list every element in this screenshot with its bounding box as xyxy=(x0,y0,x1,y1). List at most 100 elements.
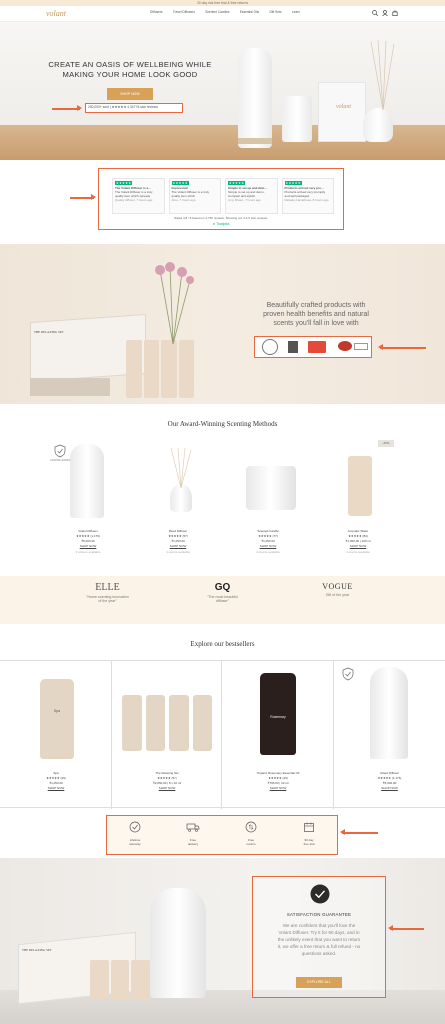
diffuser-image xyxy=(238,48,272,148)
hero-shop-now-button[interactable]: SHOP NOW xyxy=(107,88,153,100)
nav-link-learn[interactable]: Learn xyxy=(292,10,300,14)
product-price: ₹2,050.00 | 8 x 10 ml xyxy=(152,781,182,785)
nav-link-gifts[interactable]: Gift Sets xyxy=(269,10,281,14)
bestseller-card-relaxing-set[interactable]: The Relaxing Set ★★★★★ (57) ₹2,050.00 | … xyxy=(112,661,222,809)
review-stars: ★★★★★ xyxy=(284,181,302,185)
reed-product-image xyxy=(170,484,192,512)
press-quote: ELLE "Home scenting innovation of the ye… xyxy=(50,582,165,603)
review-stars: ★★★★★ xyxy=(115,181,133,185)
stone-plinth xyxy=(30,378,110,396)
review-body: Simple to set up and demo. Compact and s… xyxy=(228,190,265,198)
oil-bottle xyxy=(143,340,159,398)
press-quote-text: of the year" xyxy=(98,599,117,603)
hero-headline: CREATE AN OASIS OF WELLBEING WHILE MAKIN… xyxy=(0,60,260,79)
product-card-diffuser[interactable]: LIFETIME WARRANTY Volant Diffuser ★★★★★ … xyxy=(48,438,138,566)
product-rating: ★★★★★ (1,176) xyxy=(76,534,100,538)
guarantee-body-line: the unlikely event that you want to retu… xyxy=(277,937,361,942)
bestseller-card-rosemary[interactable]: Rosemary Organic Rosemary Essential Oil … xyxy=(222,661,334,809)
nav-link-oils[interactable]: Essential Oils xyxy=(240,10,259,14)
product-shop-now[interactable]: SHOP NOW xyxy=(228,544,308,548)
bestseller-card-spa[interactable]: Spa Spa ★★★★★ (29) ₹1,050.00 SHOP NOW xyxy=(0,661,112,809)
sale-badge: -25% xyxy=(378,440,394,447)
product-shop-now[interactable]: SHOP NOW xyxy=(112,786,222,790)
review-body: The Volant Diffuser is a truly quality i… xyxy=(115,190,153,198)
site-header: volant Diffusers Travel Diffusers Scente… xyxy=(0,6,445,22)
review-card[interactable]: ★★★★★ Simple to set up and dem… Simple t… xyxy=(225,178,278,214)
product-price: ₹1,050.00 xyxy=(171,539,185,543)
review-card[interactable]: ★★★★★ The Volant Diffuser is a… The Vola… xyxy=(112,178,165,214)
review-meta: Amy Brown, 7 hours ago xyxy=(228,198,261,202)
product-shop-now[interactable]: SHOP NOW xyxy=(318,544,398,548)
product-shop-now[interactable]: SHOP NOW xyxy=(222,786,334,790)
bottle-label: Spa xyxy=(53,709,61,713)
press-quote-text: diffuser" xyxy=(216,599,229,603)
trustpilot-summary: Rated 4.8 / 5 based on 4,750 reviews. Sh… xyxy=(174,216,268,220)
product-rating: ★★★★★ (29) xyxy=(46,776,66,780)
product-shop-now[interactable]: SHOP NOW xyxy=(334,786,445,790)
product-rating: ★★★★★ (77) xyxy=(258,534,278,538)
bestsellers-grid: Spa Spa ★★★★★ (29) ₹1,050.00 SHOP NOW Th… xyxy=(0,660,445,809)
product-note: 4 scents available xyxy=(256,550,280,554)
nav-link-diffusers[interactable]: Diffusers xyxy=(150,10,163,14)
award-badge-2 xyxy=(288,341,298,353)
guarantee-bottles xyxy=(90,960,151,1000)
product-card-reed[interactable]: Reed Diffuser ★★★★★ (57) ₹1,050.00 SHOP … xyxy=(138,438,228,566)
press-quote-text: Gift of the year xyxy=(325,593,350,597)
guarantee-diffuser-image xyxy=(150,888,206,998)
trustpilot-brand: Trustpilot xyxy=(216,222,230,226)
relaxing-set-bottles xyxy=(122,695,212,751)
search-icon[interactable] xyxy=(372,10,378,16)
checkmark-icon xyxy=(310,884,330,904)
product-name: Scented Candle xyxy=(257,529,279,533)
guarantee-body-line: We are confident that you'll love the xyxy=(282,923,356,928)
oil-bottle xyxy=(126,340,142,398)
guarantee-body: We are confident that you'll love the Vo… xyxy=(258,922,380,957)
product-note: 3 colours available xyxy=(75,550,101,554)
review-meta: Quality diffuser, 7 hours ago xyxy=(115,198,153,202)
bestsellers-title: Explore our bestsellers xyxy=(190,640,255,648)
benefit-delivery: Free delivery xyxy=(164,820,222,846)
nav-link-travel[interactable]: Travel Diffusers xyxy=(173,10,195,14)
review-card[interactable]: ★★★★★ Impressive! The Volant Diffuser is… xyxy=(168,178,221,214)
product-price: ₹1,050.00 xyxy=(261,539,275,543)
gift-box xyxy=(318,82,366,142)
benefit-label: free trial xyxy=(303,842,315,846)
award-badge-5 xyxy=(354,343,368,350)
diffuser-base xyxy=(238,138,272,144)
hero-headline-line-1: CREATE AN OASIS OF WELLBEING WHILE xyxy=(48,60,212,69)
values-line-2: proven health benefits and natural xyxy=(263,311,369,318)
product-shop-now[interactable]: SHOP NOW xyxy=(48,544,128,548)
oil-bottle xyxy=(122,695,142,751)
account-icon[interactable] xyxy=(382,10,388,16)
hero-social-proof: 250,000+ sold | ★★★★★ 4,347+5-star revie… xyxy=(88,105,158,109)
product-name: Spa xyxy=(53,771,59,775)
nav-link-candles[interactable]: Scented Candles xyxy=(205,10,229,14)
values-headline: Beautifully crafted products with proven… xyxy=(252,301,380,328)
trustpilot-logo[interactable]: ★ Trustpilot xyxy=(98,222,344,226)
cart-icon[interactable] xyxy=(392,10,398,16)
product-price: ₹5,000.00 xyxy=(81,539,95,543)
product-note: 4 scents available xyxy=(166,550,190,554)
product-rating: ★★★★★ (84) xyxy=(348,534,368,538)
aromatic-water-product-image xyxy=(348,456,372,516)
product-shop-now[interactable]: SHOP NOW xyxy=(138,544,218,548)
review-meta: Alice, 7 hours ago xyxy=(171,198,196,202)
review-body: The Volant Diffuser is a truly quality i… xyxy=(171,190,209,198)
press-logo: VOGUE xyxy=(322,582,353,591)
main-nav: Diffusers Travel Diffusers Scented Candl… xyxy=(150,10,300,14)
hero-headline-line-2: MAKING YOUR HOME LOOK GOOD xyxy=(62,70,198,79)
values-line-3: scents you'll fall in love with xyxy=(273,320,359,327)
press-logo: GQ xyxy=(214,582,231,593)
product-name: Organic Rosemary Essential Oil xyxy=(256,771,300,775)
bestseller-card-diffuser[interactable]: Volant Diffuser ★★★★★ (1,176) ₹5,000.00 … xyxy=(334,661,445,809)
brand-logo[interactable]: volant xyxy=(46,9,66,18)
guarantee-body-line: it, we offer a free return & full refund… xyxy=(277,944,361,949)
review-meta: Rafaela Carvalhoea, 8 hours ago xyxy=(284,198,329,202)
relaxing-set-box-title: THE RELAXING SET xyxy=(34,330,64,334)
product-card-candle[interactable]: Scented Candle ★★★★★ (77) ₹1,050.00 SHOP… xyxy=(228,438,318,566)
product-shop-now[interactable]: SHOP NOW xyxy=(0,786,112,790)
product-card-aromatic-water[interactable]: -25% Aromatic Water ★★★★★ (84) ₹1,050.00… xyxy=(318,438,408,566)
explore-all-button[interactable]: EXPLORE ALL xyxy=(296,977,342,988)
product-rating: ★★★★★ (57) xyxy=(157,776,177,780)
review-card[interactable]: ★★★★★ Products arrived very pro… Product… xyxy=(281,178,334,214)
